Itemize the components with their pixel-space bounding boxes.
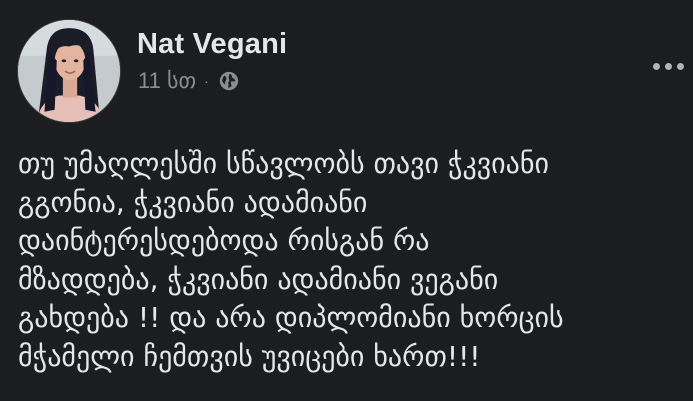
more-options-icon[interactable]: [653, 56, 693, 76]
avatar[interactable]: [17, 19, 121, 123]
globe-icon[interactable]: [218, 70, 240, 92]
facebook-post: Nat Vegani 11 სთ · თუ უმაღლესში სწავლობს…: [0, 0, 693, 401]
author-name[interactable]: Nat Vegani: [137, 28, 287, 61]
post-timestamp[interactable]: 11 სთ: [138, 68, 196, 94]
profile-photo: [18, 20, 120, 122]
more-dot: [677, 62, 684, 70]
post-meta: 11 სთ ·: [138, 68, 240, 94]
meta-separator: ·: [204, 73, 209, 89]
more-dot: [665, 62, 672, 70]
post-text: თუ უმაღლესში სწავლობს თავი ჭკვიანი გგონი…: [18, 147, 564, 373]
more-dot: [653, 62, 660, 70]
